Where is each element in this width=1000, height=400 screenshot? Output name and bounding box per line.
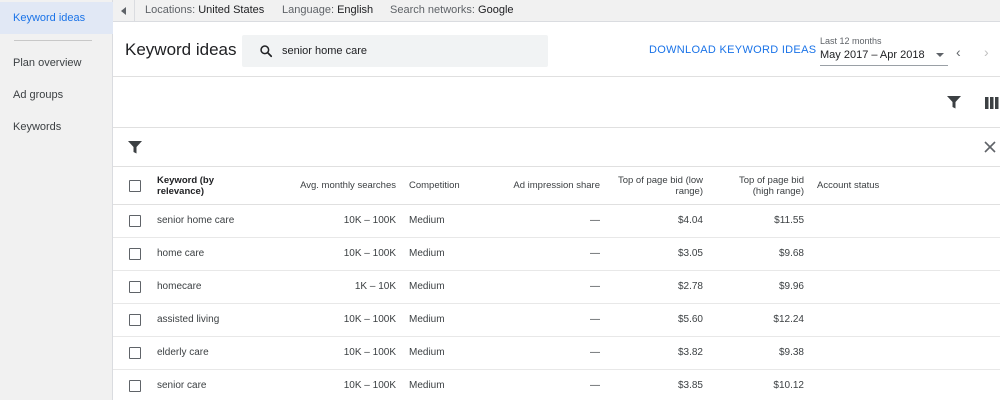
locations-label: Locations: — [145, 4, 196, 16]
table-row[interactable]: elderly care 10K – 100K Medium — $3.82 $… — [113, 337, 1000, 370]
row-checkbox[interactable] — [129, 347, 141, 359]
sidebar-item-plan-overview[interactable]: Plan overview — [0, 47, 113, 79]
column-header-bid-high[interactable]: Top of page bid (high range) — [739, 175, 804, 197]
competition-cell: Medium — [409, 248, 445, 259]
column-header-ad-impression-share[interactable]: Ad impression share — [513, 180, 600, 191]
column-header-bid-low[interactable]: Top of page bid (low range) — [618, 175, 703, 197]
filter-icon[interactable] — [947, 96, 961, 109]
bid-low-cell: $3.82 — [677, 347, 703, 358]
keyword-cell: elderly care — [157, 347, 209, 358]
row-checkbox[interactable] — [129, 281, 141, 293]
keyword-cell: senior care — [157, 380, 207, 391]
bid-low-cell: $2.78 — [677, 281, 703, 292]
locations-setting[interactable]: Locations: United States — [145, 4, 264, 16]
column-header-keyword-line2: relevance) — [157, 186, 205, 197]
row-checkbox[interactable] — [129, 215, 141, 227]
competition-cell: Medium — [409, 347, 445, 358]
filter-row — [113, 129, 1000, 167]
avg-searches-cell: 10K – 100K — [343, 248, 396, 259]
keyword-search-input[interactable] — [282, 45, 532, 57]
bid-high-cell: $10.12 — [773, 380, 804, 391]
bid-high-cell: $9.38 — [778, 347, 804, 358]
sidebar-divider — [14, 40, 92, 41]
avg-searches-cell: 10K – 100K — [343, 347, 396, 358]
keyword-search-box[interactable] — [242, 35, 548, 67]
bid-low-cell: $3.05 — [677, 248, 703, 259]
table-row[interactable]: home care 10K – 100K Medium — $3.05 $9.6… — [113, 238, 1000, 271]
column-header-avg-monthly-searches[interactable]: Avg. monthly searches — [300, 180, 396, 191]
search-networks-label: Search networks: — [390, 4, 475, 16]
avg-searches-cell: 10K – 100K — [343, 215, 396, 226]
bid-high-cell: $9.96 — [778, 281, 804, 292]
impression-share-cell: — — [590, 281, 600, 292]
page-title: Keyword ideas — [125, 40, 237, 59]
competition-cell: Medium — [409, 380, 445, 391]
search-networks-setting[interactable]: Search networks: Google — [390, 4, 514, 16]
language-value: English — [337, 4, 374, 16]
column-header-bid-low-line2: range) — [675, 186, 703, 197]
competition-cell: Medium — [409, 281, 445, 292]
bid-high-cell: $9.68 — [778, 248, 804, 259]
column-header-keyword[interactable]: Keyword (by relevance) — [157, 175, 214, 197]
column-header-competition[interactable]: Competition — [409, 180, 460, 191]
row-checkbox[interactable] — [129, 314, 141, 326]
avg-searches-cell: 10K – 100K — [343, 380, 396, 391]
row-checkbox[interactable] — [129, 380, 141, 392]
competition-cell: Medium — [409, 314, 445, 325]
table-row[interactable]: homecare 1K – 10K Medium — $2.78 $9.96 — [113, 271, 1000, 304]
keyword-cell: assisted living — [157, 314, 220, 325]
bid-low-cell: $4.04 — [677, 215, 703, 226]
sidebar-item-keyword-ideas[interactable]: Keyword ideas — [0, 2, 113, 34]
date-range-underline — [820, 65, 948, 66]
previous-period-button[interactable]: ‹ — [956, 45, 961, 59]
locations-value: United States — [198, 4, 265, 16]
row-checkbox[interactable] — [129, 248, 141, 260]
language-setting[interactable]: Language: English — [282, 4, 373, 16]
impression-share-cell: — — [590, 347, 600, 358]
page-header: Keyword ideas DOWNLOAD KEYWORD IDEAS Las… — [113, 23, 1000, 77]
column-header-bid-low-line1: Top of page bid (low — [617, 175, 703, 186]
impression-share-cell: — — [590, 248, 600, 259]
column-header-keyword-line1: Keyword (by — [157, 175, 215, 186]
plan-settings-bar: Locations: United States Language: Engli… — [113, 0, 1000, 22]
keyword-cell: senior home care — [157, 215, 235, 226]
sidebar-item-ad-groups[interactable]: Ad groups — [0, 79, 113, 111]
table-toolbar — [113, 78, 1000, 128]
competition-cell: Medium — [409, 215, 445, 226]
column-header-account-status[interactable]: Account status — [817, 180, 879, 191]
language-label: Language: — [282, 4, 334, 16]
keyword-ideas-table: Keyword (by relevance) Avg. monthly sear… — [113, 167, 1000, 400]
close-icon[interactable] — [984, 141, 996, 153]
sidebar: Keyword ideas Plan overview Ad groups Ke… — [0, 0, 113, 400]
date-range-caption: Last 12 months — [820, 36, 882, 46]
impression-share-cell: — — [590, 215, 600, 226]
collapse-sidebar-button[interactable] — [113, 0, 135, 22]
column-header-bid-high-line1: Top of page bid — [739, 175, 804, 186]
columns-icon[interactable] — [985, 97, 999, 109]
sidebar-item-keywords[interactable]: Keywords — [0, 111, 113, 143]
bid-high-cell: $12.24 — [773, 314, 804, 325]
bid-low-cell: $5.60 — [677, 314, 703, 325]
select-all-checkbox[interactable] — [129, 180, 141, 192]
search-networks-value: Google — [478, 4, 514, 16]
impression-share-cell: — — [590, 314, 600, 325]
chevron-down-icon[interactable] — [936, 53, 944, 57]
keyword-cell: homecare — [157, 281, 202, 292]
date-range-select[interactable]: May 2017 – Apr 2018 — [820, 49, 925, 61]
impression-share-cell: — — [590, 380, 600, 391]
avg-searches-cell: 10K – 100K — [343, 314, 396, 325]
bid-high-cell: $11.55 — [774, 215, 804, 226]
bid-low-cell: $3.85 — [677, 380, 703, 391]
table-row[interactable]: senior care 10K – 100K Medium — $3.85 $1… — [113, 370, 1000, 400]
next-period-button[interactable]: › — [984, 45, 989, 59]
add-filter-icon[interactable] — [128, 141, 142, 154]
keyword-cell: home care — [157, 248, 205, 259]
download-keyword-ideas-button[interactable]: DOWNLOAD KEYWORD IDEAS — [649, 44, 816, 56]
avg-searches-cell: 1K – 10K — [354, 281, 396, 292]
table-row[interactable]: senior home care 10K – 100K Medium — $4.… — [113, 205, 1000, 238]
column-header-bid-high-line2: (high range) — [752, 186, 804, 197]
search-icon — [260, 45, 273, 58]
table-header: Keyword (by relevance) Avg. monthly sear… — [113, 167, 1000, 205]
table-row[interactable]: assisted living 10K – 100K Medium — $5.6… — [113, 304, 1000, 337]
